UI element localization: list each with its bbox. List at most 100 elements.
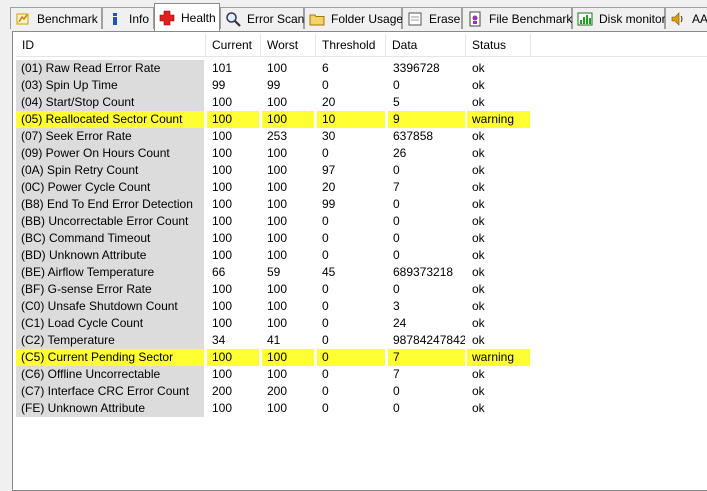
cell-current: 100 <box>212 367 233 381</box>
cell-worst: 41 <box>267 333 281 347</box>
cell-threshold: 0 <box>322 384 329 398</box>
cell-current: 100 <box>212 248 233 262</box>
cell-data: 0 <box>393 248 400 262</box>
cell-current: 100 <box>207 111 259 128</box>
tab-label: Info <box>129 11 150 26</box>
cell-current: 200 <box>212 384 233 398</box>
tab-label: Disk monitor <box>599 11 666 26</box>
cell-data: 0 <box>393 384 400 398</box>
cell-worst: 100 <box>267 282 288 296</box>
cell-threshold: 0 <box>322 299 329 313</box>
column-header-current[interactable]: Current <box>206 34 261 56</box>
cell-worst: 100 <box>262 349 314 366</box>
cell-threshold: 0 <box>322 78 329 92</box>
cell-threshold: 0 <box>317 349 385 366</box>
cell-id: (C0) Unsafe Shutdown Count <box>16 298 204 315</box>
cell-data: 7 <box>388 349 465 366</box>
tab-health[interactable]: Health <box>154 3 220 31</box>
tab-erase[interactable]: Erase <box>402 7 462 29</box>
table-row[interactable]: (03) Spin Up Time 99 99 0 0 ok <box>16 77 707 94</box>
cell-current: 101 <box>212 61 233 75</box>
cell-threshold: 0 <box>322 333 329 347</box>
table-row[interactable]: (04) Start/Stop Count 100 100 20 5 ok <box>16 94 707 111</box>
cell-status: ok <box>472 95 485 109</box>
tab-file-benchmark[interactable]: File Benchmark <box>462 7 572 29</box>
tab-disk-monitor[interactable]: Disk monitor <box>572 7 666 29</box>
table-row[interactable]: (0A) Spin Retry Count 100 100 97 0 ok <box>16 162 707 179</box>
cell-worst: 100 <box>267 316 288 330</box>
cell-threshold: 30 <box>322 129 336 143</box>
cell-status: ok <box>472 163 485 177</box>
cell-status: ok <box>472 316 485 330</box>
cell-id: (C6) Offline Uncorrectable <box>16 366 204 383</box>
cell-current: 100 <box>212 95 233 109</box>
table-row[interactable]: (C2) Temperature 34 41 0 98784247842 ok <box>16 332 707 349</box>
table-row[interactable]: (BF) G-sense Error Rate 100 100 0 0 ok <box>16 281 707 298</box>
tab-error-scan[interactable]: Error Scan <box>220 7 304 29</box>
table-row[interactable]: (01) Raw Read Error Rate 101 100 6 3396728 ok <box>16 60 707 77</box>
cell-data: 3396728 <box>393 61 440 75</box>
health-panel: ID Current Worst Threshold Data Status (… <box>12 31 707 491</box>
benchmark-icon <box>15 11 31 27</box>
table-row[interactable]: (BB) Uncorrectable Error Count 100 100 0 0 ok <box>16 213 707 230</box>
cell-current: 100 <box>212 146 233 160</box>
cell-data: 0 <box>393 197 400 211</box>
tab-info[interactable]: Info <box>102 7 154 29</box>
table-row[interactable]: (09) Power On Hours Count 100 100 0 26 ok <box>16 145 707 162</box>
cell-current: 100 <box>212 163 233 177</box>
cell-worst: 100 <box>267 197 288 211</box>
magnifier-icon <box>225 11 241 27</box>
table-row[interactable]: (C7) Interface CRC Error Count 200 200 0 0 ok <box>16 383 707 400</box>
cell-id: (0A) Spin Retry Count <box>16 162 204 179</box>
cell-status: ok <box>472 231 485 245</box>
cell-worst: 100 <box>262 111 314 128</box>
table-row[interactable]: (05) Reallocated Sector Count 100 100 10 9 wa… <box>16 111 707 128</box>
file-benchmark-icon <box>467 11 483 27</box>
cell-threshold: 0 <box>322 248 329 262</box>
cell-threshold: 99 <box>322 197 336 211</box>
cell-status: ok <box>472 146 485 160</box>
table-row[interactable]: (BE) Airflow Temperature 66 59 45 689373218 o… <box>16 264 707 281</box>
cell-id: (C2) Temperature <box>16 332 204 349</box>
column-header-worst[interactable]: Worst <box>261 34 316 56</box>
table-row[interactable]: (07) Seek Error Rate 100 253 30 637858 ok <box>16 128 707 145</box>
cell-worst: 100 <box>267 61 288 75</box>
table-row[interactable]: (B8) End To End Error Detection 100 100 99 0… <box>16 196 707 213</box>
tab-label: Error Scan <box>247 11 305 26</box>
cell-data: 0 <box>393 214 400 228</box>
cell-id: (04) Start/Stop Count <box>16 94 204 111</box>
tab-label: Health <box>181 10 216 25</box>
cell-id: (0C) Power Cycle Count <box>16 179 204 196</box>
cell-current: 99 <box>212 78 226 92</box>
cell-id: (03) Spin Up Time <box>16 77 204 94</box>
cell-current: 100 <box>212 214 233 228</box>
cell-status: ok <box>472 367 485 381</box>
cell-current: 100 <box>212 180 233 194</box>
table-row[interactable]: (FE) Unknown Attribute 100 100 0 0 ok <box>16 400 707 417</box>
cell-threshold: 97 <box>322 163 336 177</box>
cell-worst: 100 <box>267 180 288 194</box>
tab-aam[interactable]: AA <box>665 7 707 29</box>
table-row[interactable]: (C6) Offline Uncorrectable 100 100 0 7 ok <box>16 366 707 383</box>
cell-current: 100 <box>212 401 233 415</box>
tab-benchmark[interactable]: Benchmark <box>10 7 102 29</box>
table-row[interactable]: (BC) Command Timeout 100 100 0 0 ok <box>16 230 707 247</box>
table-row[interactable]: (C0) Unsafe Shutdown Count 100 100 0 3 ok <box>16 298 707 315</box>
tab-label: AA <box>692 11 707 26</box>
table-row[interactable]: (C5) Current Pending Sector 100 100 0 7 warni… <box>16 349 707 366</box>
cell-status: ok <box>472 180 485 194</box>
cell-current: 34 <box>212 333 226 347</box>
cell-status: ok <box>472 248 485 262</box>
column-header-id[interactable]: ID <box>16 34 206 56</box>
cell-worst: 100 <box>267 367 288 381</box>
table-row[interactable]: (BD) Unknown Attribute 100 100 0 0 ok <box>16 247 707 264</box>
column-header-status[interactable]: Status <box>466 34 531 56</box>
column-header-data[interactable]: Data <box>386 34 466 56</box>
table-header: ID Current Worst Threshold Data Status <box>16 34 707 57</box>
tab-folder-usage[interactable]: Folder Usage <box>304 7 403 29</box>
column-header-threshold[interactable]: Threshold <box>316 34 386 56</box>
table-row[interactable]: (0C) Power Cycle Count 100 100 20 7 ok <box>16 179 707 196</box>
table-row[interactable]: (C1) Load Cycle Count 100 100 0 24 ok <box>16 315 707 332</box>
cell-status: warning <box>467 349 530 366</box>
cell-worst: 99 <box>267 78 281 92</box>
